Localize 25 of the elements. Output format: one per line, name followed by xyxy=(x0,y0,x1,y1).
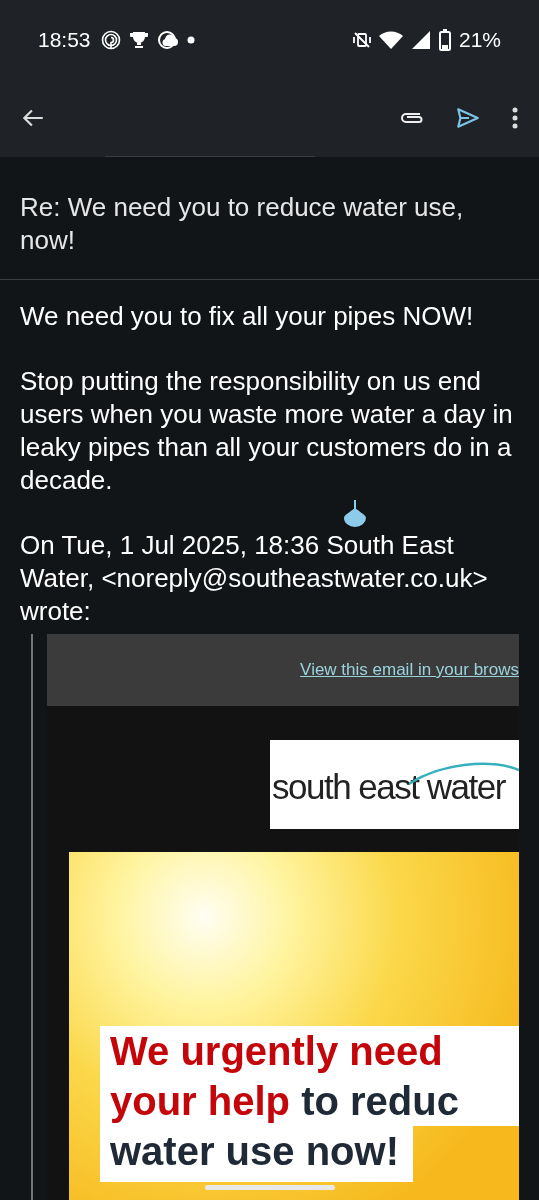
text-cursor-handle[interactable] xyxy=(343,500,367,527)
more-options-icon xyxy=(511,107,519,129)
cloud-sun-icon xyxy=(156,29,179,51)
send-icon xyxy=(455,105,481,131)
view-in-browser-link[interactable]: View this email in your brows xyxy=(300,660,519,680)
headline-phrase: We urgently need xyxy=(110,1029,443,1073)
dot-icon xyxy=(186,36,195,44)
battery-icon xyxy=(438,29,451,51)
headline-phrase: to reduc xyxy=(300,1079,459,1123)
send-button[interactable] xyxy=(455,105,481,131)
headline-phrase: your help xyxy=(110,1079,291,1123)
message-paragraph: We need you to fix all your pipes NOW! xyxy=(20,300,475,333)
trophy-icon xyxy=(128,30,149,50)
battery-percentage: 21% xyxy=(458,28,501,52)
quote-header: On Tue, 1 Jul 2025, 18:36 South East Water, <noreply@southeastwater.co.uk> wrote: xyxy=(20,529,489,628)
wifi-icon xyxy=(378,30,403,50)
muted-vibrate-icon xyxy=(352,31,371,49)
message-paragraph: Stop putting the responsibility on us end users when you waste more water a day in leaky pipes than all your customers do in a decade. xyxy=(20,365,514,497)
spiral-icon xyxy=(100,30,121,50)
company-logo: south east water xyxy=(270,740,519,829)
headline-phrase: water use now! xyxy=(110,1129,399,1173)
more-options-button[interactable] xyxy=(511,107,519,129)
clock-time: 18:53 xyxy=(38,28,91,52)
signal-icon xyxy=(410,30,431,50)
subject-field[interactable]: Re: We need you to reduce water use, now! xyxy=(0,157,539,280)
